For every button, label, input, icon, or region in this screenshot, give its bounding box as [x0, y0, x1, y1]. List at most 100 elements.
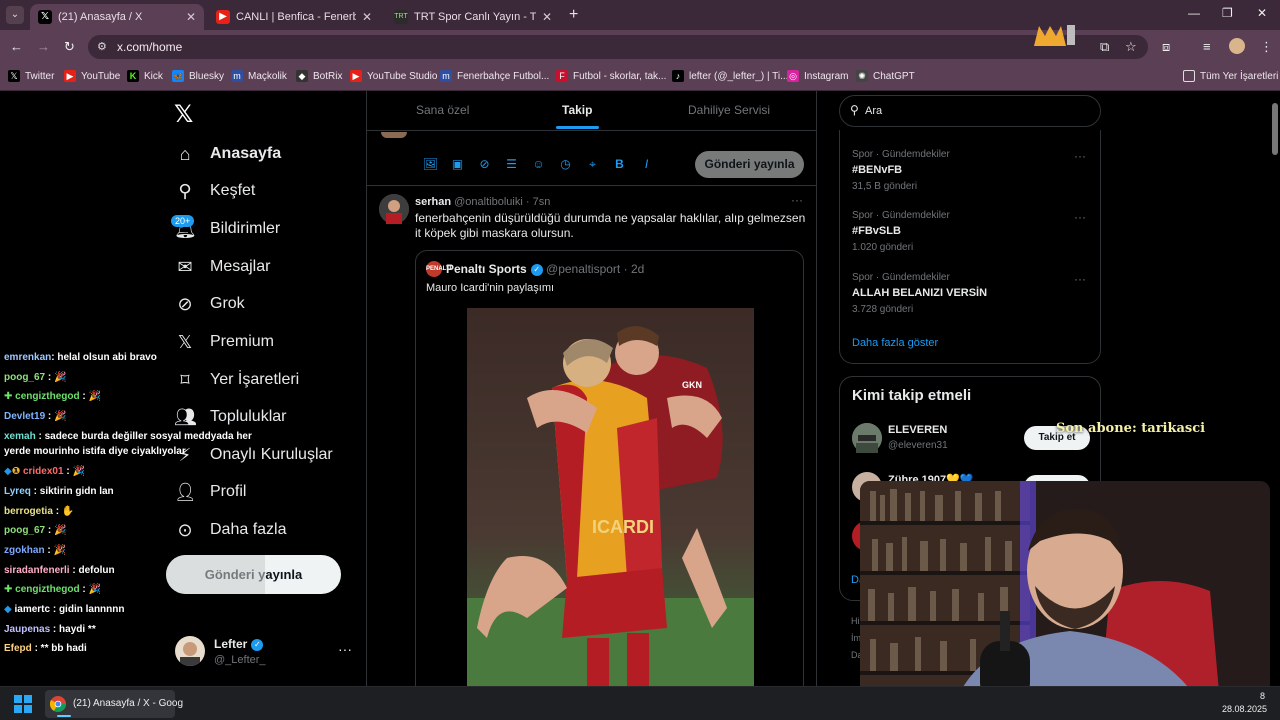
tab-dahiliye-servisi[interactable]: Dahiliye Servisi [688, 103, 770, 117]
nav-explore[interactable]: ⚲ Keşfet [174, 177, 255, 205]
bookmark-youtube-studio[interactable]: ▶ YouTube Studio [350, 70, 437, 82]
avatar[interactable] [175, 636, 205, 666]
trend-item[interactable]: #FBvSLB [852, 225, 901, 237]
browser-tab-trt[interactable]: TRT TRT Spor Canlı Yayın - TRTSpor ✕ [386, 4, 560, 30]
site-settings-icon[interactable]: ⚙ [97, 40, 107, 53]
search-placeholder: Ara [865, 105, 883, 117]
x-logo-icon[interactable]: 𝕏 [174, 100, 193, 129]
browser-tab-benfica[interactable]: ▶ CANLI | Benfica - Fenerbahçe ✕ [208, 4, 380, 30]
chat-message: Jaupenas : haydi ** [4, 624, 96, 635]
bookmark-youtube[interactable]: ▶ YouTube [64, 70, 120, 82]
bookmark-flashscore[interactable]: F Futbol - skorlar, tak... [556, 70, 666, 82]
chat-message: ✚ cengizthegod : 🎉 [4, 391, 101, 402]
bookmark-botrix[interactable]: ◆ BotRix [296, 70, 342, 82]
minimize-icon[interactable]: — [1188, 6, 1200, 20]
all-bookmarks[interactable]: Tüm Yer İşaretleri [1183, 70, 1278, 82]
chat-message: Devlet19 : 🎉 [4, 411, 67, 422]
more-options-icon[interactable]: ··· [1074, 272, 1086, 286]
taskbar-chrome-app[interactable]: (21) Anasayfa / X - Goog [45, 690, 183, 718]
poll-icon[interactable]: ☰ [498, 157, 525, 172]
quoted-tweet[interactable]: PENALTI Penaltı Sports ✓ @penaltisport · … [415, 250, 804, 686]
scrollbar-thumb[interactable] [1272, 103, 1278, 155]
back-arrow-icon[interactable]: ← [10, 39, 23, 54]
close-tab-icon[interactable]: ✕ [186, 10, 196, 24]
bookmark-fenerbahce[interactable]: m Fenerbahçe Futbol... [440, 70, 549, 82]
chat-text: : [47, 545, 51, 556]
location-icon[interactable]: ⌖ [579, 157, 606, 172]
compose-post-button[interactable]: Gönderi yayınla [695, 151, 804, 178]
chat-user: berrogetia [4, 506, 53, 517]
trend-item[interactable]: #BENvFB [852, 164, 902, 176]
chat-text: : [47, 411, 52, 422]
more-options-icon[interactable]: ··· [791, 193, 803, 207]
close-tab-icon[interactable]: ✕ [542, 10, 552, 24]
italic-icon[interactable]: I [633, 157, 660, 172]
profile-name: Lefter ✓ [214, 637, 264, 651]
emote-icon: 🎉 [88, 584, 101, 595]
tab-following[interactable]: Takip [562, 103, 592, 117]
windows-start-icon[interactable] [14, 695, 32, 713]
schedule-icon[interactable]: ◷ [552, 157, 579, 172]
clock-date[interactable]: 28.08.2025 [1222, 704, 1267, 714]
tab-search-chevron-icon[interactable]: ⌄ [6, 6, 24, 24]
bold-icon[interactable]: B [606, 157, 633, 172]
search-input[interactable]: ⚲ Ara [839, 95, 1101, 127]
account-menu-icon[interactable]: ··· [338, 641, 352, 657]
bookmark-tiktok[interactable]: ♪ lefter (@_lefter_) | Ti... [672, 70, 788, 82]
nav-profile[interactable]: 👤︎ Profil [174, 478, 246, 506]
close-tab-icon[interactable]: ✕ [362, 10, 372, 24]
nav-verified-orgs[interactable]: ⚡ Onaylı Kuruluşlar [174, 441, 333, 469]
avatar: PENALTI [426, 261, 451, 277]
bookmark-bluesky[interactable]: 🦋 Bluesky [172, 70, 224, 82]
close-window-icon[interactable]: ✕ [1257, 6, 1267, 20]
restore-icon[interactable]: ❐ [1222, 6, 1233, 20]
extensions-icon[interactable]: ⧈ [1162, 39, 1170, 55]
emoji-icon[interactable]: ☺ [525, 157, 552, 172]
tab-for-you[interactable]: Sana özel [416, 103, 469, 117]
nav-bookmarks[interactable]: ⌑ Yer İşaretleri [174, 366, 299, 394]
quote-author[interactable]: Penaltı Sports ✓ @penaltisport · 2d [446, 262, 644, 276]
cast-icon[interactable]: ⧉ [1100, 39, 1109, 55]
page-scrollbar[interactable] [1270, 91, 1280, 686]
address-bar[interactable]: ⚙ x.com/home [88, 35, 1148, 59]
avatar[interactable] [852, 423, 882, 453]
bookmark-twitter[interactable]: 𝕏 Twitter [8, 70, 54, 82]
suggested-user-name[interactable]: ELEVEREN [888, 424, 947, 436]
bookmark-star-icon[interactable]: ☆ [1125, 39, 1137, 55]
chat-user: Devlet19 [4, 411, 46, 422]
profile-icon: 👤︎ [174, 481, 197, 502]
media-controls-icon[interactable]: ≡ [1203, 39, 1211, 54]
browser-menu-icon[interactable]: ⋮ [1260, 39, 1273, 55]
profile-avatar-icon[interactable] [1229, 38, 1245, 54]
nav-grok[interactable]: ⊘ Grok [174, 290, 244, 318]
trend-item[interactable]: ALLAH BELANIZI VERSİN [852, 287, 987, 299]
show-more-link[interactable]: Daha fazla göster [852, 337, 938, 349]
nav-more[interactable]: ⊙ Daha fazla [174, 516, 286, 544]
grok-icon[interactable]: ⊘ [471, 157, 498, 172]
verified-badge-icon: ✓ [251, 638, 264, 651]
tweet-author[interactable]: serhan @onaltiboluiki · 7sn [415, 196, 550, 208]
mackolik-icon: m [231, 70, 243, 82]
nav-communities[interactable]: 👥︎ Topluluklar [174, 403, 286, 431]
chat-user: cengizthegod [15, 391, 80, 402]
clock-time: 8 [1260, 691, 1266, 701]
nav-messages[interactable]: ✉ Mesajlar [174, 253, 270, 281]
image-icon[interactable]: 🖼︎ [417, 157, 444, 172]
bookmark-mackolik[interactable]: m Maçkolik [231, 70, 287, 82]
browser-tab-x[interactable]: 𝕏 (21) Anasayfa / X ✕ [30, 4, 204, 30]
bookmark-instagram[interactable]: ◎ Instagram [787, 70, 848, 82]
more-options-icon[interactable]: ··· [1074, 210, 1086, 224]
chat-user: zgokhan [4, 545, 45, 556]
bookmark-kick[interactable]: K Kick [127, 70, 163, 82]
gif-icon[interactable]: ▣ [444, 157, 471, 172]
bookmark-chatgpt[interactable]: ✺ ChatGPT [856, 70, 915, 82]
new-tab-plus-icon[interactable]: + [569, 6, 578, 24]
quote-media-image[interactable]: ICARDI GKN [467, 308, 754, 686]
nav-premium[interactable]: 𝕏 Premium [174, 328, 274, 356]
more-options-icon[interactable]: ··· [1074, 149, 1086, 163]
nav-home[interactable]: ⌂ Anasayfa [174, 140, 282, 168]
avatar[interactable] [379, 194, 409, 224]
reload-icon[interactable]: ↻ [64, 39, 75, 55]
chat-text: : [47, 525, 52, 536]
forward-arrow-icon[interactable]: → [37, 39, 50, 54]
